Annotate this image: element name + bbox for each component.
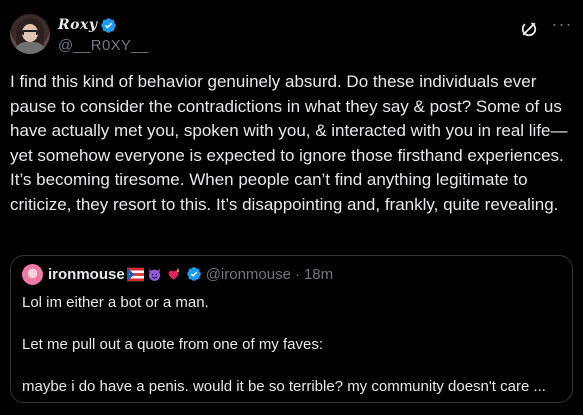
quoted-post-time[interactable]: 18m [304, 266, 333, 283]
smiling-devil-icon [148, 268, 160, 281]
quoted-author-name[interactable]: ironmouse [48, 266, 125, 283]
verified-badge-icon [101, 17, 117, 33]
grok-icon[interactable] [519, 19, 539, 39]
post-header: Roxy @__R0XY__ ··· [10, 14, 573, 58]
quoted-line-blank [22, 313, 567, 334]
quoted-line: maybe i do have a penis. would it be so … [22, 378, 546, 395]
quoted-post-header: ironmouse @ironmouse · 18m [22, 263, 333, 285]
author-name-line: Roxy [58, 15, 117, 35]
puerto-rico-flag-icon [126, 267, 144, 281]
author-avatar[interactable] [10, 14, 50, 54]
more-options-icon[interactable]: ··· [551, 15, 573, 38]
quoted-line-blank [22, 355, 567, 376]
quoted-line: Lol im either a bot or a man. [22, 294, 209, 311]
avatar-body [14, 42, 46, 54]
separator-dot: · [294, 265, 300, 283]
quoted-author-handle[interactable]: @ironmouse [206, 266, 291, 283]
author-handle[interactable]: @__R0XY__ [58, 37, 148, 54]
heart-on-fire-icon [168, 267, 179, 280]
quoted-line: Let me pull out a quote from one of my f… [22, 336, 323, 353]
author-display-name[interactable]: Roxy [58, 17, 97, 33]
quoted-post-body: Lol im either a bot or a man. Let me pul… [22, 292, 567, 397]
avatar-glasses [22, 30, 38, 35]
quoted-post[interactable]: ironmouse @ironmouse · 18m Lol im either… [10, 255, 573, 403]
quoted-author-avatar[interactable] [22, 263, 43, 285]
post-text: I find this kind of behavior genuinely a… [10, 72, 568, 214]
quoted-verified-badge-icon [186, 267, 201, 281]
